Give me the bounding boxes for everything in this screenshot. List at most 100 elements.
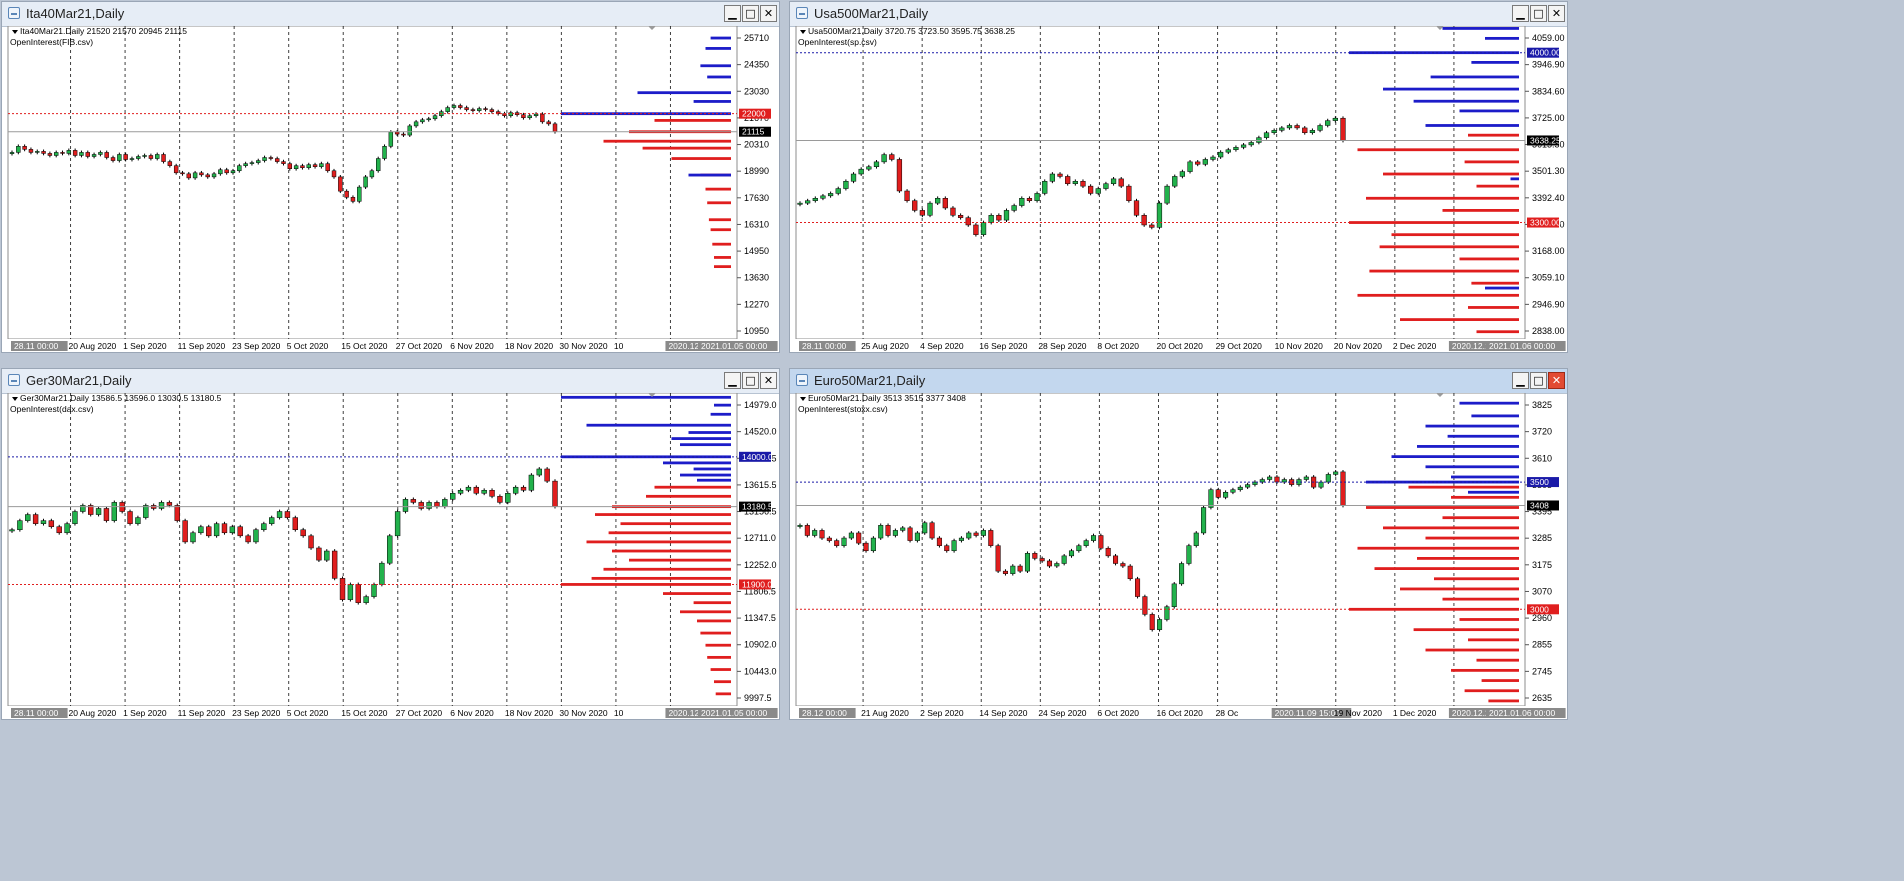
price-axis-label: 12252.0	[744, 560, 777, 570]
open-interest-call-bar	[688, 173, 731, 177]
candle	[1042, 181, 1048, 194]
chart-window-icon	[796, 374, 808, 386]
price-chart[interactable]: 14979.014520.014061.513615.513156.512711…	[2, 393, 779, 719]
candle	[1105, 547, 1111, 557]
window-titlebar[interactable]: Ita40Mar21,Daily ▁ □ ✕	[2, 2, 779, 27]
close-button[interactable]: ✕	[1548, 372, 1565, 389]
minimize-button[interactable]: ▁	[1512, 372, 1529, 389]
candle	[426, 118, 431, 121]
price-chart[interactable]: 2571024350230302167020310189901763016310…	[2, 26, 779, 352]
price-axis-label: 3825	[1532, 400, 1552, 410]
candle	[142, 155, 147, 157]
date-axis-label: 1 Sep 2020	[123, 341, 167, 351]
candle	[1110, 178, 1117, 184]
candle	[996, 215, 1002, 221]
date-axis-label: 11 Sep 2020	[178, 341, 226, 351]
candle	[180, 172, 185, 175]
chart-area[interactable]: 3825372036103505339532853175307029602855…	[790, 393, 1567, 719]
candle	[324, 550, 330, 561]
price-axis-label: 2960	[1532, 613, 1552, 623]
chart-window-euro50[interactable]: Euro50Mar21,Daily ▁ □ ✕ 3825372036103505…	[789, 368, 1568, 720]
candle	[1149, 224, 1155, 228]
price-chart[interactable]: 4059.003946.903834.603725.003613.503501.…	[790, 26, 1567, 352]
price-axis-label: 3501.30	[1532, 166, 1565, 176]
candle	[1340, 117, 1346, 141]
open-interest-put-bar	[1417, 557, 1519, 560]
date-axis-label: 20 Aug 2020	[69, 708, 117, 718]
candle	[410, 499, 417, 503]
open-interest-call-bar	[637, 91, 731, 95]
candle	[401, 133, 406, 136]
close-button[interactable]: ✕	[760, 5, 777, 22]
candle	[1039, 558, 1045, 562]
candle	[402, 499, 409, 512]
chart-window-ger30[interactable]: Ger30Mar21,Daily ▁ □ ✕ 14979.0 14520.0 140…	[1, 368, 780, 720]
open-interest-put-bar	[1400, 318, 1519, 321]
chart-window-icon	[8, 374, 20, 386]
candle	[28, 149, 34, 153]
maximize-button[interactable]: □	[742, 372, 759, 389]
close-button[interactable]: ✕	[760, 372, 777, 389]
chart-area[interactable]: 2571024350230302167020310189901763016310…	[2, 26, 779, 352]
candle	[512, 486, 519, 494]
chart-area[interactable]: 4059.003946.903834.603725.003613.503501.…	[790, 26, 1567, 352]
minimize-button[interactable]: ▁	[724, 372, 741, 389]
price-axis-label: 3059.10	[1532, 273, 1565, 283]
open-interest-put-bar	[697, 619, 731, 623]
plot-area[interactable]	[795, 26, 1526, 340]
price-axis-label: 2745	[1532, 666, 1552, 676]
candle	[856, 532, 862, 544]
open-interest-call-bar	[1485, 286, 1519, 290]
candle	[256, 160, 261, 163]
price-axis-label: 3610	[1532, 453, 1552, 463]
candle	[1171, 583, 1177, 608]
price-axis-label: 12270	[744, 299, 769, 309]
candle	[834, 540, 840, 546]
date-axis-label: 16 Sep 2020	[979, 341, 1027, 351]
maximize-button[interactable]: □	[742, 5, 759, 22]
candle	[1202, 159, 1208, 165]
close-button[interactable]: ✕	[1548, 5, 1565, 22]
candle	[16, 146, 21, 153]
window-title: Ger30Mar21,Daily	[26, 373, 132, 388]
price-axis-label: 23030	[744, 86, 769, 96]
open-interest-put-bar	[1391, 233, 1519, 237]
chart-window-usa500[interactable]: Usa500Mar21,Daily ▁ □ ✕ 4059.00 3946.90 38…	[789, 1, 1568, 353]
candle	[1002, 570, 1008, 574]
candle	[858, 168, 864, 175]
open-interest-put-bar	[629, 558, 731, 562]
candle	[843, 181, 849, 189]
candle	[426, 502, 432, 509]
plot-area[interactable]	[7, 393, 738, 707]
window-title: Ita40Mar21,Daily	[26, 6, 125, 21]
candle	[1072, 181, 1078, 184]
open-interest-put-bar	[620, 522, 731, 526]
open-interest-put-bar	[663, 592, 731, 595]
window-titlebar[interactable]: Euro50Mar21,Daily ▁ □ ✕	[790, 369, 1567, 394]
candle	[350, 197, 356, 202]
minimize-button[interactable]: ▁	[724, 5, 741, 22]
chart-area[interactable]: 14979.014520.014061.513615.513156.512711…	[2, 393, 779, 719]
candle	[261, 523, 267, 530]
minimize-button[interactable]: ▁	[1512, 5, 1529, 22]
open-interest-put-bar	[715, 692, 731, 696]
candle	[35, 151, 40, 153]
price-tag-label: 3000	[1530, 604, 1549, 614]
candle	[211, 173, 217, 178]
candle	[407, 125, 412, 136]
window-titlebar[interactable]: Ger30Mar21,Daily ▁ □ ✕	[2, 369, 779, 394]
open-interest-put-bar	[1468, 133, 1519, 137]
plot-area[interactable]	[7, 26, 738, 340]
open-interest-call-bar	[700, 64, 731, 68]
chart-window-ita40[interactable]: Ita40Mar21,Daily ▁ □ ✕ 25710 24350 23030 21…	[1, 1, 780, 353]
candle	[371, 584, 377, 597]
maximize-button[interactable]: □	[1530, 5, 1547, 22]
maximize-button[interactable]: □	[1530, 372, 1547, 389]
window-titlebar[interactable]: Usa500Mar21,Daily ▁ □ ✕	[790, 2, 1567, 27]
price-axis-label: 2635	[1532, 693, 1552, 703]
candle	[1233, 147, 1239, 150]
candle	[1019, 198, 1025, 206]
candle	[206, 526, 212, 537]
candle	[951, 540, 957, 552]
price-chart[interactable]: 3825372036103505339532853175307029602855…	[790, 393, 1567, 719]
